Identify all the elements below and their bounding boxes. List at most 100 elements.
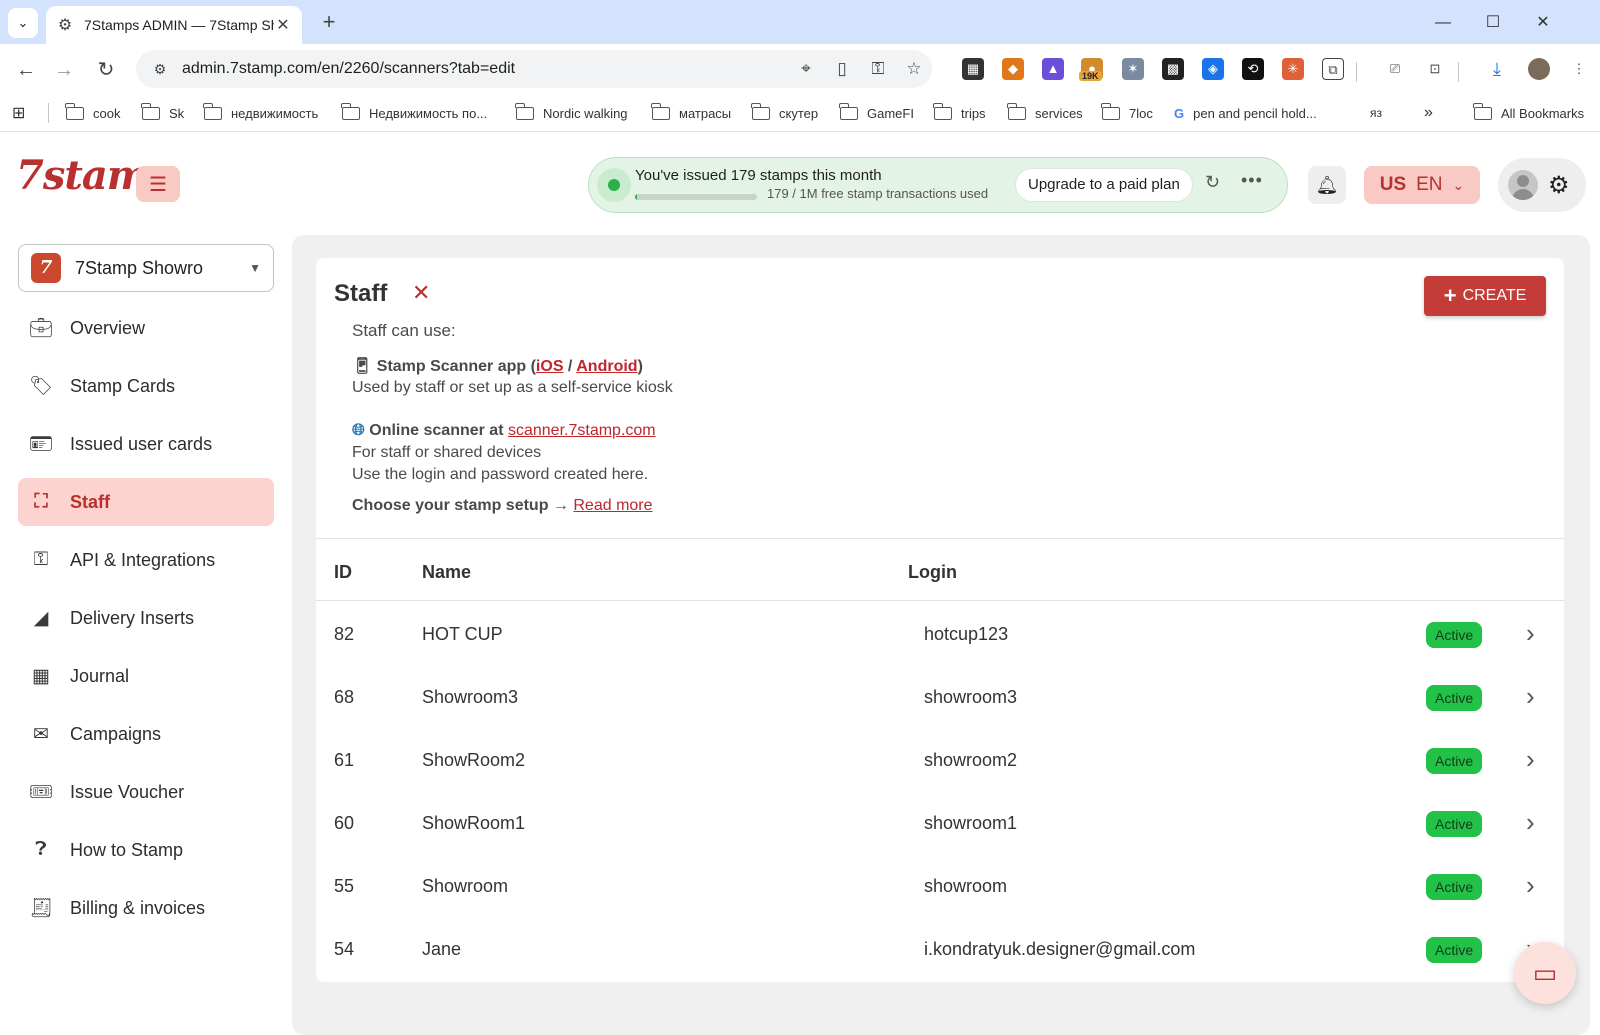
folder-icon xyxy=(1007,102,1026,120)
apps-grid-icon[interactable]: ⊞ xyxy=(12,102,25,124)
location-icon[interactable]: ⌖ xyxy=(788,59,824,79)
chevron-right-icon[interactable]: › xyxy=(1526,870,1535,901)
browser-tab[interactable]: ⚙ 7Stamps ADMIN — 7Stamp Sho ✕ xyxy=(46,6,302,44)
tag-extension-icon[interactable]: ◈ xyxy=(1202,58,1224,80)
bookmark-folder[interactable]: GameFI xyxy=(839,102,914,124)
table-row[interactable]: 55 Showroom showroom Active › xyxy=(316,856,1564,918)
bookmark-folder[interactable]: 7loc xyxy=(1101,102,1153,124)
all-bookmarks-folder[interactable]: All Bookmarks xyxy=(1473,102,1584,124)
bookmark-folder[interactable]: Nordic walking xyxy=(515,102,628,124)
chevron-right-icon[interactable]: › xyxy=(1526,618,1535,649)
bookmark-folder[interactable]: матрасы xyxy=(651,102,731,124)
url-text[interactable]: admin.7stamp.com/en/2260/scanners?tab=ed… xyxy=(182,60,788,78)
table-row[interactable]: 68 Showroom3 showroom3 Active › xyxy=(316,667,1564,729)
minimize-button[interactable]: — xyxy=(1430,10,1456,36)
status-badge: Active xyxy=(1426,622,1483,648)
capture-extension-icon[interactable]: ⟲ xyxy=(1242,58,1264,80)
new-tab-button[interactable]: + xyxy=(316,10,342,36)
refresh-icon[interactable]: ↻ xyxy=(1205,172,1220,193)
tab-close-icon[interactable]: ✕ xyxy=(274,15,292,35)
download-icon[interactable]: ⤓ xyxy=(1486,58,1508,80)
sidebar-item-label: Delivery Inserts xyxy=(70,607,195,628)
bookmark-folder[interactable]: скутер xyxy=(751,102,818,124)
upgrade-plan-button[interactable]: Upgrade to a paid plan xyxy=(1015,168,1193,202)
folder-icon xyxy=(651,102,670,120)
crystal-extension-icon[interactable]: ▲ xyxy=(1042,58,1064,80)
tab-search-button[interactable]: ⌄ xyxy=(8,8,38,38)
profile-avatar[interactable] xyxy=(1528,58,1550,80)
close-icon[interactable]: ✕ xyxy=(412,280,430,306)
table-row[interactable]: 54 Jane i.kondratyuk.designer@gmail.com … xyxy=(316,919,1564,981)
site-info-icon[interactable]: ⚙ xyxy=(148,61,172,78)
chevron-right-icon[interactable]: › xyxy=(1526,807,1535,838)
chevron-right-icon[interactable]: › xyxy=(1526,744,1535,775)
clipboard-icon[interactable]: ▯ xyxy=(824,59,860,79)
sidebar-item-stamp-cards[interactable]: 🏷︎ Stamp Cards xyxy=(18,362,274,410)
online-desc-2: Use the login and password created here. xyxy=(352,466,649,483)
create-label: CREATE xyxy=(1462,287,1527,304)
read-more-link[interactable]: Read more xyxy=(573,497,652,514)
bookmark-folder[interactable]: недвижимость xyxy=(203,102,318,124)
maximize-button[interactable]: ☐ xyxy=(1480,10,1506,36)
puzzle-extension-icon[interactable]: ✶ xyxy=(1122,58,1144,80)
bookmark-folder[interactable]: Недвижимость по... xyxy=(341,102,487,124)
menu-kebab-icon[interactable]: ⋮ xyxy=(1568,58,1590,80)
table-row[interactable]: 61 ShowRoom2 showroom2 Active › xyxy=(316,730,1564,792)
bookmark-label: cook xyxy=(93,105,121,121)
create-button[interactable]: + CREATE xyxy=(1424,276,1546,316)
burst-extension-icon[interactable]: ✳ xyxy=(1282,58,1304,80)
sidebar-item-overview[interactable]: 💼︎ Overview xyxy=(18,304,274,352)
reload-button[interactable]: ↻ xyxy=(92,56,120,84)
bookmark-star-icon[interactable]: ☆ xyxy=(896,59,932,79)
sidebar-item-issued-user-cards[interactable]: 🪪︎ Issued user cards xyxy=(18,420,274,468)
user-menu-button[interactable]: ⚙ xyxy=(1498,158,1586,212)
bookmark-folder[interactable]: cook xyxy=(65,102,121,124)
bookmark-label: яз xyxy=(1370,106,1382,120)
bookmark-folder[interactable]: Sk xyxy=(141,102,184,124)
qr-extension-icon[interactable]: ▦ xyxy=(962,58,984,80)
forward-button[interactable]: → xyxy=(50,56,78,84)
screenshot-icon[interactable]: ⊡ xyxy=(1424,58,1446,80)
divider xyxy=(316,538,1564,539)
language-selector[interactable]: US EN ⌄ xyxy=(1364,166,1480,204)
qr-code-extension-icon[interactable]: ▩ xyxy=(1162,58,1184,80)
bookmark-folder[interactable]: trips xyxy=(933,102,986,124)
more-dots-icon[interactable]: ••• xyxy=(1241,170,1263,191)
sidebar-item-how-to-stamp[interactable]: ❓︎ How to Stamp xyxy=(18,826,274,874)
status-badge: Active xyxy=(1426,811,1483,837)
hamburger-icon: ☰ xyxy=(149,173,167,196)
menu-toggle-button[interactable]: ☰ xyxy=(136,166,180,202)
chevron-right-icon[interactable]: › xyxy=(1526,681,1535,712)
cast-icon[interactable]: ⎚ xyxy=(1384,58,1406,80)
table-row[interactable]: 60 ShowRoom1 showroom1 Active › xyxy=(316,793,1564,855)
sidebar-item-delivery-inserts[interactable]: ◢ Delivery Inserts xyxy=(18,594,274,642)
bookmark-link[interactable]: яз xyxy=(1370,102,1382,124)
sidebar-item-staff[interactable]: ⛶ Staff xyxy=(18,478,274,526)
window-close-button[interactable]: ✕ xyxy=(1530,10,1556,36)
sidebar-item-issue-voucher[interactable]: 🎟︎ Issue Voucher xyxy=(18,768,274,816)
store-selector[interactable]: 7 7Stamp Showro ▼ xyxy=(18,244,274,292)
column-header-id: ID xyxy=(334,562,352,582)
android-link[interactable]: Android xyxy=(576,358,637,375)
id-card-icon: 🪪︎ xyxy=(28,434,54,455)
sidebar-item-campaigns[interactable]: ✉ Campaigns xyxy=(18,710,274,758)
online-scanner-link[interactable]: scanner.7stamp.com xyxy=(508,422,656,439)
ios-link[interactable]: iOS xyxy=(536,358,564,375)
table-row[interactable]: 82 HOT CUP hotcup123 Active › xyxy=(316,604,1564,666)
address-bar[interactable]: ⚙ admin.7stamp.com/en/2260/scanners?tab=… xyxy=(136,50,932,88)
settings-gear-icon[interactable]: ⚙ xyxy=(1548,171,1570,200)
back-button[interactable]: ← xyxy=(12,56,40,84)
chat-button[interactable]: ▭ xyxy=(1514,942,1576,1004)
sidebar-item-journal[interactable]: ▦ Journal xyxy=(18,652,274,700)
metamask-extension-icon[interactable]: ◆ xyxy=(1002,58,1024,80)
sidebar-item-api-integrations[interactable]: ⚿ API & Integrations xyxy=(18,536,274,584)
sidebar-item-billing[interactable]: 🧾︎ Billing & invoices xyxy=(18,884,274,932)
extensions-icon[interactable]: ⧉ xyxy=(1322,58,1344,80)
bookmark-link[interactable]: Gpen and pencil hold... xyxy=(1174,102,1317,124)
more-bookmarks-icon[interactable]: » xyxy=(1424,102,1433,124)
notifications-button[interactable]: 🔔︎ xyxy=(1308,166,1346,204)
password-key-icon[interactable]: ⚿ xyxy=(860,59,896,79)
chevron-down-icon: ⌄ xyxy=(1452,176,1465,193)
online-scanner-title: Online scanner at xyxy=(369,422,504,439)
bookmark-folder[interactable]: services xyxy=(1007,102,1083,124)
